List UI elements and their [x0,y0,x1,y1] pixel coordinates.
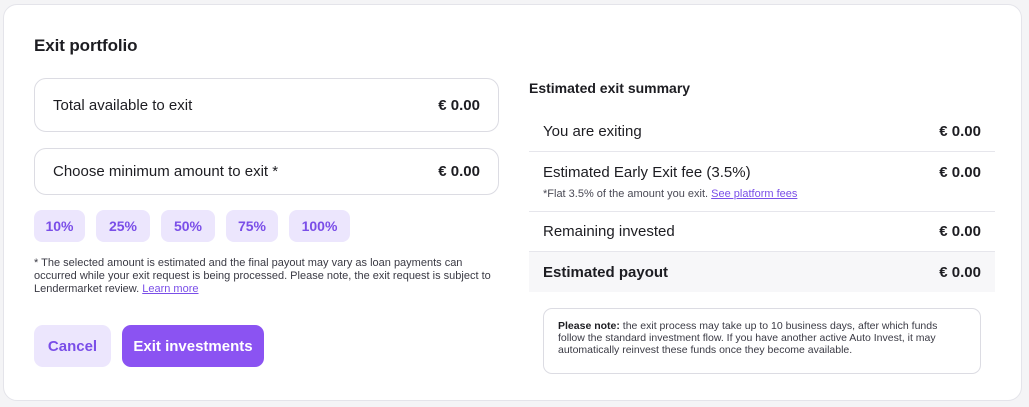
summary-title: Estimated exit summary [529,80,691,96]
summary-row-value: € 0.00 [939,123,981,140]
summary-row-you-are-exiting: You are exiting € 0.00 [529,112,995,152]
summary-row-value: € 0.00 [939,263,981,281]
chip-10-percent[interactable]: 10% [34,210,85,242]
processing-note: Please note: the exit process may take u… [543,308,981,374]
summary-row-label: Remaining invested [543,223,675,240]
total-available-value: € 0.00 [438,96,480,114]
chip-50-percent[interactable]: 50% [161,210,215,242]
summary-row-label: Estimated Early Exit fee (3.5%) [543,164,751,181]
exit-fee-note: *Flat 3.5% of the amount you exit. See p… [543,188,981,200]
summary-row-exit-fee: Estimated Early Exit fee (3.5%) € 0.00 *… [529,152,995,212]
summary-row-estimated-payout: Estimated payout € 0.00 [529,252,995,292]
disclaimer-body: * The selected amount is estimated and t… [34,257,491,295]
summary-row-remaining-invested: Remaining invested € 0.00 [529,212,995,252]
page-title: Exit portfolio [34,36,138,55]
minimum-amount-value[interactable]: € 0.00 [438,163,480,180]
minimum-amount-input[interactable]: Choose minimum amount to exit * € 0.00 [34,148,499,195]
chip-75-percent[interactable]: 75% [226,210,278,242]
minimum-amount-label: Choose minimum amount to exit * [53,163,279,180]
platform-fees-link[interactable]: See platform fees [711,188,797,200]
exit-portfolio-card: Exit portfolio Total available to exit €… [3,4,1022,401]
total-available-label: Total available to exit [53,96,193,114]
note-heading: Please note: [558,320,620,332]
summary-row-value: € 0.00 [939,223,981,240]
exit-fee-note-text: *Flat 3.5% of the amount you exit. [543,188,709,200]
chip-25-percent[interactable]: 25% [96,210,150,242]
summary-row-label: Estimated payout [543,263,669,281]
cancel-button[interactable]: Cancel [34,325,111,367]
summary-row-value: € 0.00 [939,164,981,181]
summary-row-label: You are exiting [543,123,642,140]
total-available-box: Total available to exit € 0.00 [34,78,499,132]
exit-investments-button[interactable]: Exit investments [122,325,264,367]
disclaimer-text: * The selected amount is estimated and t… [34,257,504,296]
chip-100-percent[interactable]: 100% [289,210,350,242]
learn-more-link[interactable]: Learn more [142,283,198,295]
